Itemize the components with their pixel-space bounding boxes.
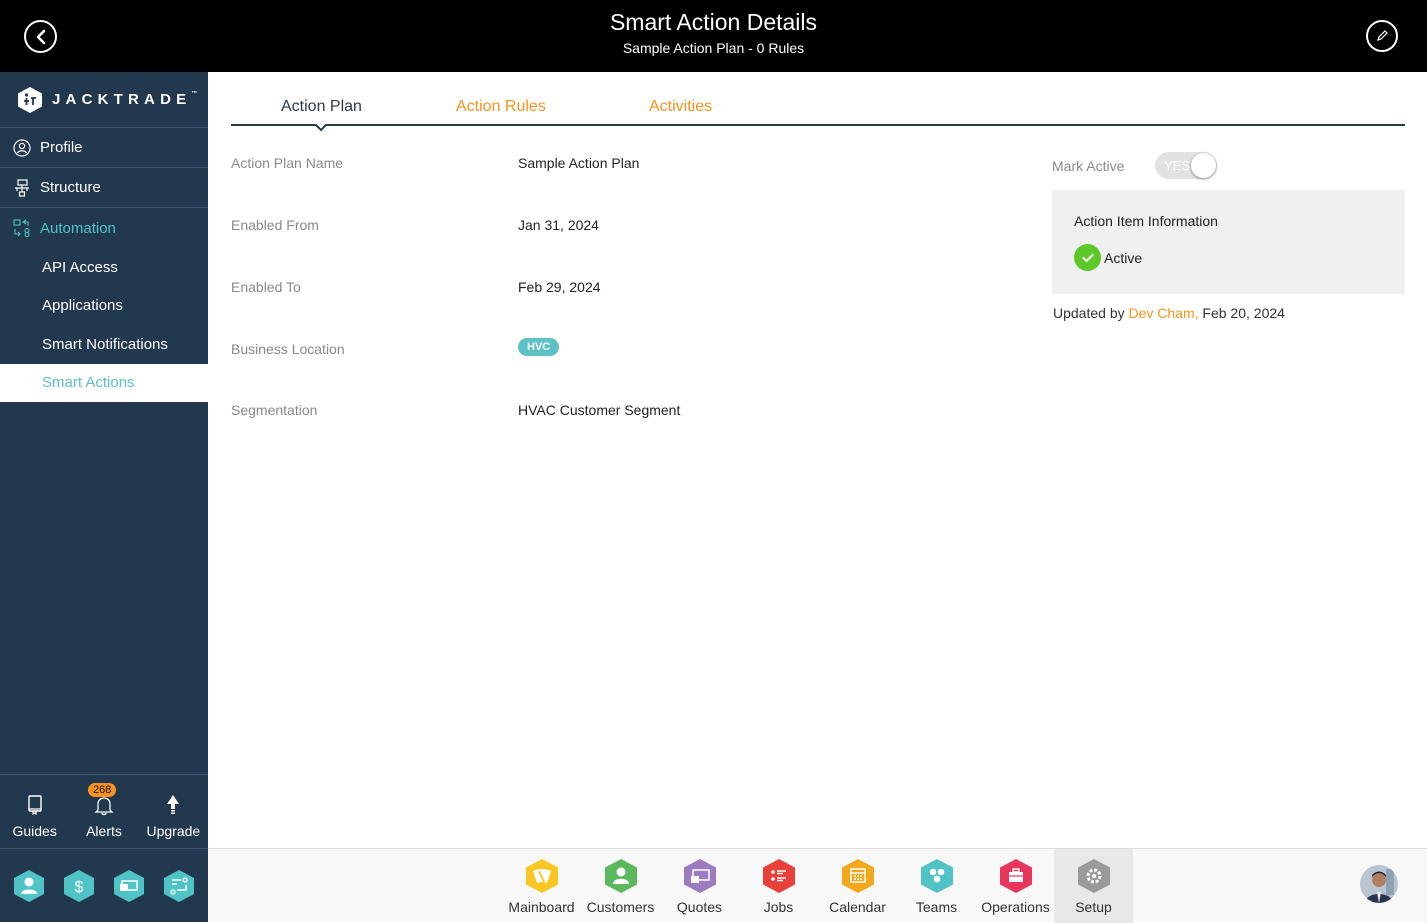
updated-by-user-link[interactable]: Dev Cham,	[1129, 305, 1199, 321]
field-value-enabled-from: Jan 31, 2024	[518, 217, 599, 233]
top-bar: Smart Action Details Sample Action Plan …	[0, 0, 1427, 72]
app-jobs[interactable]: Jobs	[739, 849, 818, 923]
app-label: Operations	[981, 899, 1050, 915]
active-tab-indicator	[314, 124, 328, 132]
check-circle-icon	[1074, 244, 1101, 271]
mark-active-label: Mark Active	[1052, 158, 1125, 174]
sidebar-item-structure[interactable]: Structure	[0, 168, 208, 208]
info-title: Action Item Information	[1074, 213, 1218, 229]
calendar-icon	[841, 859, 874, 893]
utility-row: Guides 268 Alerts Upgrade	[0, 775, 208, 849]
guides-label: Guides	[12, 823, 57, 839]
sidebar-item-label: Profile	[40, 139, 83, 156]
app-label: Quotes	[676, 899, 723, 915]
toggle-text: YES	[1164, 158, 1191, 173]
sidebar-item-profile[interactable]: Profile	[0, 128, 208, 168]
sidebar-subitem-smart-actions[interactable]: Smart Actions	[0, 363, 208, 402]
upgrade-label: Upgrade	[146, 823, 201, 839]
mainboard-icon	[525, 859, 558, 893]
field-value-action-plan-name: Sample Action Plan	[518, 155, 640, 171]
tab-action-plan[interactable]: Action Plan	[281, 98, 362, 116]
app-setup[interactable]: Setup	[1054, 849, 1133, 923]
app-customers[interactable]: Customers	[581, 849, 660, 923]
dollar-hex-icon[interactable]: $	[63, 869, 95, 903]
updated-date: Feb 20, 2024	[1202, 305, 1285, 321]
app-mainboard[interactable]: Mainboard	[502, 849, 581, 923]
field-label-action-plan-name: Action Plan Name	[231, 155, 344, 171]
automation-icon	[13, 219, 31, 237]
page-title: Smart Action Details	[609, 9, 818, 35]
alerts-button[interactable]: 268 Alerts	[69, 775, 138, 848]
app-label: Setup	[1075, 899, 1112, 915]
business-location-chip: HVC	[518, 338, 560, 356]
user-hex-icon[interactable]	[13, 869, 45, 903]
app-label: Calendar	[829, 899, 886, 915]
sidebar-item-label: Structure	[40, 179, 101, 196]
sidebar-bottom: Guides 268 Alerts Upgrade $	[0, 774, 208, 923]
jacktrade-logo-icon	[18, 86, 42, 113]
brand-logo[interactable]: JACKTRADE™	[0, 72, 208, 128]
tab-activities[interactable]: Activities	[649, 98, 712, 116]
action-item-info-panel: Action Item Information Active	[1052, 190, 1405, 294]
money-hex-icon[interactable]	[113, 869, 145, 903]
svg-text:$: $	[75, 879, 84, 896]
app-calendar[interactable]: Calendar	[818, 849, 897, 923]
quick-access-row: $	[0, 849, 208, 923]
field-label-business-location: Business Location	[231, 341, 345, 357]
sidebar-item-label: Automation	[40, 219, 116, 237]
field-label-enabled-to: Enabled To	[231, 279, 301, 295]
app-teams[interactable]: Teams	[897, 849, 976, 923]
operations-icon	[999, 859, 1032, 893]
field-label-segmentation: Segmentation	[231, 402, 318, 418]
updated-prefix: Updated by	[1053, 305, 1125, 321]
customers-icon	[604, 859, 637, 893]
sidebar-subitem-smart-notifications[interactable]: Smart Notifications	[0, 325, 208, 364]
workflow-hex-icon[interactable]	[163, 869, 195, 903]
status-badge: Active	[1074, 244, 1142, 271]
user-circle-icon	[13, 138, 31, 157]
alerts-label: Alerts	[86, 823, 122, 839]
hierarchy-icon	[13, 178, 31, 197]
field-label-enabled-from: Enabled From	[231, 217, 319, 233]
app-label: Jobs	[763, 899, 794, 915]
upgrade-button[interactable]: Upgrade	[139, 775, 208, 848]
status-text: Active	[1104, 249, 1143, 266]
toggle-knob	[1191, 153, 1216, 178]
sidebar: JACKTRADE™ Profile Structure Automation …	[0, 72, 208, 922]
teams-icon	[920, 859, 953, 893]
mark-active-toggle[interactable]: YES	[1155, 152, 1217, 179]
sidebar-subitem-applications[interactable]: Applications	[0, 287, 208, 326]
arrow-up-icon	[166, 793, 180, 817]
field-value-enabled-to: Feb 29, 2024	[518, 279, 601, 295]
app-label: Customers	[586, 899, 655, 915]
alerts-count-badge: 268	[87, 783, 117, 797]
app-label: Teams	[915, 899, 958, 915]
user-avatar[interactable]	[1360, 865, 1398, 903]
sidebar-subitem-api-access[interactable]: API Access	[0, 248, 208, 287]
app-dock: Mainboard Customers Quotes Jobs Calendar…	[208, 848, 1427, 923]
tab-bar: Action Plan Action Rules Activities	[231, 88, 1405, 132]
field-value-segmentation: HVAC Customer Segment	[518, 402, 681, 418]
tab-action-rules[interactable]: Action Rules	[456, 98, 546, 116]
edit-button[interactable]	[1366, 20, 1398, 52]
updated-by-line: Updated by Dev Cham, Feb 20, 2024	[1053, 305, 1285, 321]
jobs-icon	[762, 859, 795, 893]
brand-name: JACKTRADE™	[52, 91, 198, 108]
book-icon	[27, 793, 43, 817]
page-subtitle: Sample Action Plan - 0 Rules	[622, 40, 805, 56]
sidebar-item-automation[interactable]: Automation	[0, 208, 208, 248]
gear-icon	[1077, 859, 1110, 893]
quotes-icon	[683, 859, 716, 893]
pencil-icon	[1377, 30, 1388, 41]
app-operations[interactable]: Operations	[976, 849, 1055, 923]
app-label: Mainboard	[508, 899, 575, 915]
app-quotes[interactable]: Quotes	[660, 849, 739, 923]
guides-button[interactable]: Guides	[0, 775, 69, 848]
